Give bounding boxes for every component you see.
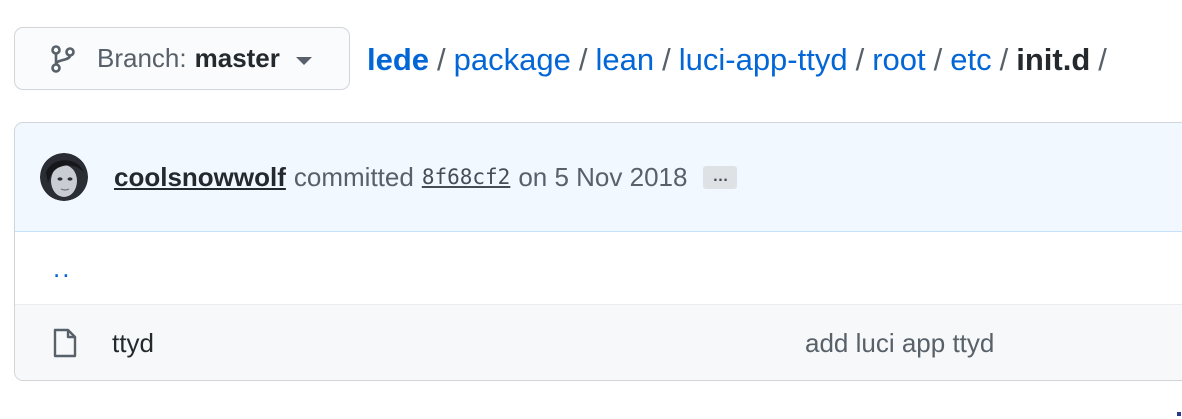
- breadcrumb-link-etc[interactable]: etc: [950, 38, 991, 82]
- breadcrumb-separator: /: [933, 42, 943, 77]
- avatar[interactable]: [40, 153, 88, 201]
- table-row: ttyd add luci app ttyd: [15, 305, 1182, 380]
- file-browser-page: Branch: master lede / package / lean / l…: [0, 0, 1182, 419]
- file-list: coolsnowwolf committed 8f68cf2 on 5 Nov …: [14, 122, 1182, 381]
- git-branch-icon: [49, 44, 77, 74]
- file-name-link[interactable]: ttyd: [112, 328, 154, 359]
- breadcrumb-link-package[interactable]: package: [454, 38, 571, 82]
- latest-commit-bar: coolsnowwolf committed 8f68cf2 on 5 Nov …: [15, 123, 1182, 232]
- breadcrumb-separator: /: [578, 42, 588, 77]
- breadcrumb-separator: /: [999, 42, 1009, 77]
- breadcrumb-separator: /: [662, 42, 671, 77]
- breadcrumb-link-luci-app-ttyd[interactable]: luci-app-ttyd: [679, 38, 848, 82]
- breadcrumb-separator: /: [1098, 42, 1107, 77]
- breadcrumb-root-link[interactable]: lede: [367, 38, 429, 82]
- branch-label: Branch:: [97, 43, 187, 73]
- commit-date: on 5 Nov 2018: [518, 161, 688, 192]
- commit-author-link[interactable]: coolsnowwolf: [114, 162, 286, 193]
- branch-select-button[interactable]: Branch: master: [14, 27, 350, 90]
- edge-mark: [1177, 412, 1181, 416]
- breadcrumb-separator: /: [437, 42, 446, 77]
- file-commit-message-link[interactable]: add luci app ttyd: [805, 328, 994, 359]
- commit-message-expand-button[interactable]: …: [703, 165, 738, 189]
- breadcrumb: lede / package / lean / luci-app-ttyd / …: [367, 38, 1115, 82]
- breadcrumb-link-root[interactable]: root: [872, 38, 925, 82]
- commit-verb: committed: [293, 161, 414, 192]
- breadcrumb-separator: /: [855, 42, 865, 77]
- file-icon: [51, 327, 79, 359]
- parent-directory-link[interactable]: ..: [53, 253, 71, 284]
- breadcrumb-link-lean[interactable]: lean: [596, 38, 655, 82]
- chevron-down-icon: [295, 56, 312, 65]
- commit-sha-link[interactable]: 8f68cf2: [422, 165, 511, 189]
- parent-directory-row[interactable]: ..: [15, 232, 1182, 305]
- branch-name: master: [194, 43, 280, 73]
- breadcrumb-current: init.d: [1016, 42, 1091, 77]
